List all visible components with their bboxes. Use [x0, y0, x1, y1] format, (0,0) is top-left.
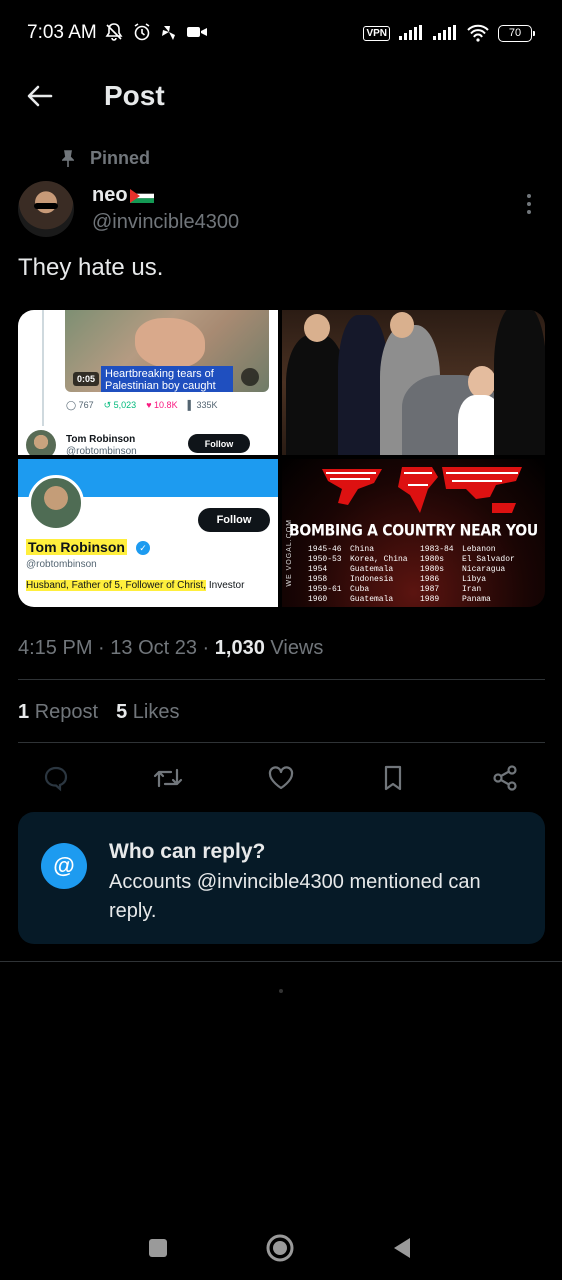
embedded-replies: ◯ 767 — [66, 400, 94, 410]
media-tile-2[interactable] — [282, 310, 545, 455]
status-bar: 7:03 AM VPN 70 — [0, 0, 562, 66]
views-count: 1,030 — [214, 637, 265, 659]
profile-avatar — [28, 475, 84, 531]
alarm-icon — [134, 23, 150, 41]
poster-title: BOMBING A COUNTRY NEAR YOU — [289, 521, 538, 541]
author-name[interactable]: neo — [92, 184, 154, 207]
bombing-list: 1945-46 China 1983-84 Lebanon 1950-53 Korea,… — [308, 545, 515, 604]
verified-badge-icon: ✓ — [136, 541, 150, 555]
more-options-button[interactable] — [518, 192, 540, 216]
reply-restriction-card: @ Who can reply? Accounts @invincible430… — [18, 812, 545, 944]
profile-bio: Husband, Father of 5, Follower of Christ… — [26, 580, 245, 591]
system-navigation-bar — [0, 1210, 562, 1280]
video-thumbnail: 0:05 Heartbreaking tears of Palestinian … — [65, 310, 269, 392]
signal-icon-2 — [433, 25, 456, 40]
circle-icon — [266, 1234, 294, 1262]
muted-bell-icon — [105, 23, 123, 41]
profile-follow-button: Follow — [198, 508, 270, 532]
wifi-icon — [467, 24, 489, 42]
embedded-name: Tom Robinson — [66, 434, 136, 445]
media-tile-3[interactable]: Follow Tom Robinson ✓ @robtombinson Husb… — [18, 459, 278, 607]
world-map-graphic — [322, 467, 522, 513]
repost-icon — [153, 768, 183, 788]
bookmark-icon — [384, 765, 402, 791]
like-button[interactable] — [261, 758, 301, 798]
embedded-reposts: ↺ 5,023 — [103, 400, 137, 410]
status-time: 7:03 AM — [27, 22, 97, 43]
embedded-likes: ♥ 10.8K — [146, 400, 178, 410]
palestine-flag-icon — [129, 188, 154, 203]
share-button[interactable] — [485, 758, 525, 798]
embedded-handle: @robtombinson — [66, 446, 137, 455]
post-timestamp: 4:15 PM · 13 Oct 23 · 1,030 Views — [18, 637, 324, 659]
at-mention-icon: @ — [41, 843, 87, 889]
arrow-left-icon — [27, 85, 53, 107]
back-nav-button[interactable] — [384, 1230, 420, 1266]
video-camera-icon — [187, 27, 207, 37]
like-icon — [268, 766, 294, 790]
home-button[interactable] — [262, 1230, 298, 1266]
back-button[interactable] — [24, 80, 56, 112]
repost-button[interactable] — [148, 758, 188, 798]
vpn-badge: VPN — [363, 25, 390, 41]
post-date[interactable]: 13 Oct 23 — [110, 637, 197, 659]
reply-icon — [44, 766, 68, 792]
share-icon — [493, 765, 517, 791]
page-title: Post — [104, 80, 165, 111]
loading-dot — [279, 989, 283, 993]
embedded-stats: ◯ 767 ↺ 5,023 ♥ 10.8K ▌ 335K — [66, 400, 218, 411]
reply-button[interactable] — [36, 758, 76, 798]
divider — [0, 961, 562, 962]
pinned-label: Pinned — [90, 148, 151, 168]
more-vertical-icon — [527, 194, 531, 214]
profile-name: Tom Robinson — [26, 539, 127, 555]
fan-icon — [162, 26, 175, 40]
media-grid: 0:05 Heartbreaking tears of Palestinian … — [18, 310, 545, 607]
square-icon — [149, 1239, 167, 1257]
profile-handle: @robtombinson — [26, 559, 97, 570]
recents-button[interactable] — [140, 1230, 176, 1266]
media-tile-1[interactable]: 0:05 Heartbreaking tears of Palestinian … — [18, 310, 278, 455]
triangle-back-icon — [394, 1238, 410, 1258]
signal-icon — [399, 25, 422, 40]
embedded-views: ▌ 335K — [187, 400, 218, 410]
avatar[interactable] — [18, 181, 74, 237]
engagement-counts: 1 Repost 5 Likes — [18, 701, 179, 724]
reply-card-title: Who can reply? — [109, 840, 266, 863]
video-duration: 0:05 — [73, 372, 100, 386]
battery-indicator: 70 — [498, 24, 535, 42]
header: Post — [0, 66, 562, 128]
likes-count[interactable]: 5 Likes — [116, 701, 179, 724]
pin-icon — [62, 149, 74, 167]
embedded-avatar — [26, 430, 56, 455]
media-tile-4[interactable]: WE VOGAL.COM BOMBING A COUNTRY NEAR YOU … — [282, 459, 545, 607]
video-caption: Heartbreaking tears of Palestinian boy c… — [101, 366, 233, 392]
author-handle[interactable]: @invincible4300 — [92, 211, 239, 234]
embedded-follow-button: Follow — [188, 434, 250, 453]
divider — [18, 742, 545, 743]
pinned-indicator: Pinned — [62, 148, 150, 169]
action-bar — [0, 758, 562, 798]
tweet-text: They hate us. — [18, 254, 164, 281]
bookmark-button[interactable] — [373, 758, 413, 798]
divider — [18, 679, 545, 680]
mute-icon — [241, 368, 259, 386]
reply-card-body: Accounts @invincible4300 mentioned can r… — [109, 871, 481, 922]
reposts-count[interactable]: 1 Repost — [18, 701, 98, 724]
